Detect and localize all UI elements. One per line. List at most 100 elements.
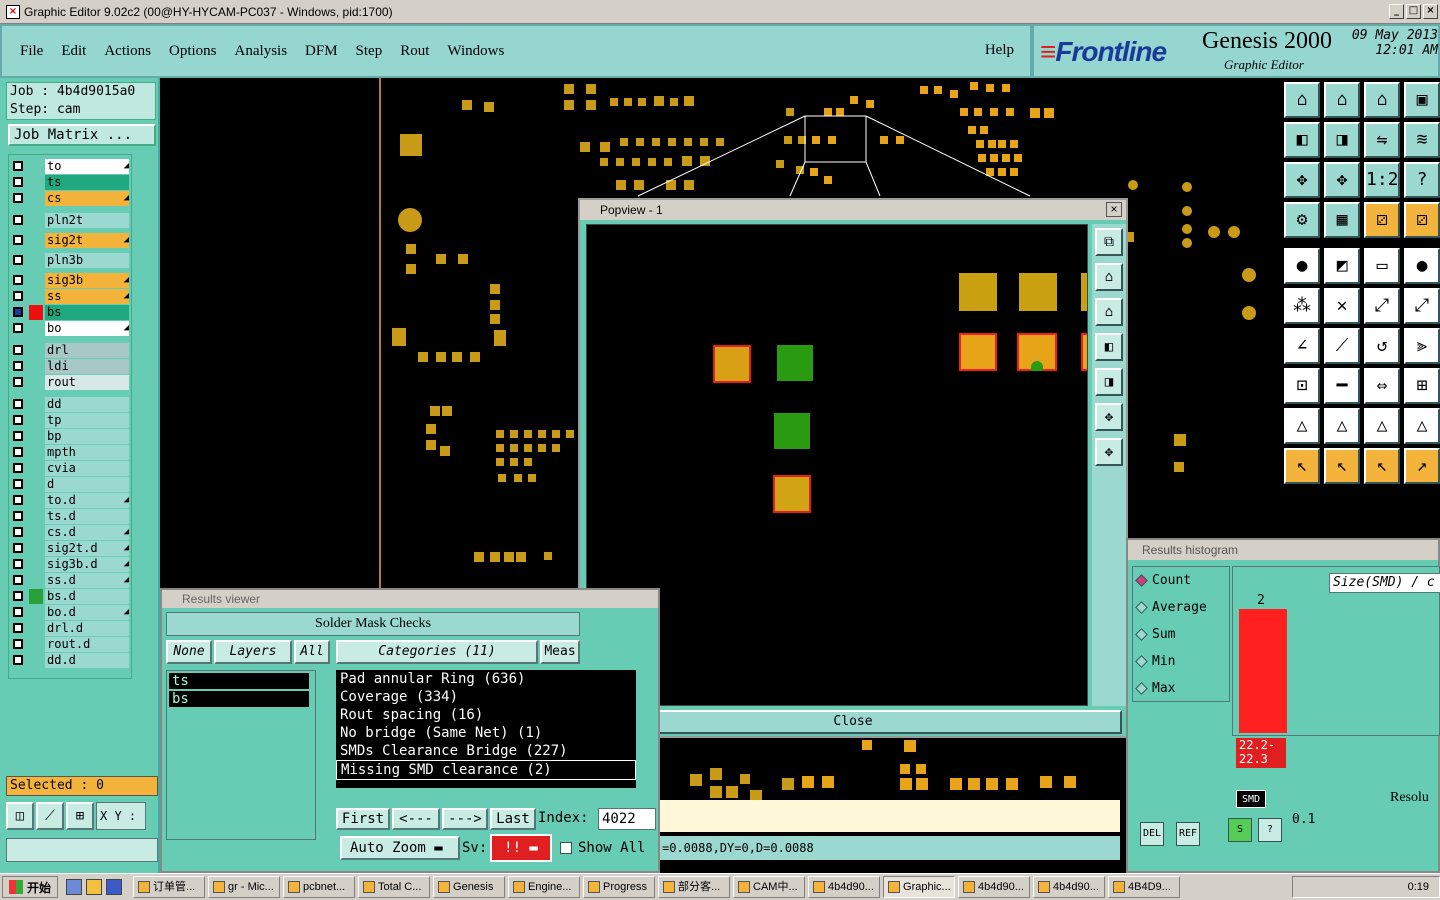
- layer-checkbox[interactable]: [13, 655, 23, 665]
- layer-row[interactable]: sig3b.d ◢: [9, 557, 133, 572]
- layer-color-swatch[interactable]: [29, 637, 43, 652]
- layer-row[interactable]: ts.d: [9, 509, 133, 524]
- triangle-icon[interactable]: △: [1364, 408, 1400, 444]
- arc-icon[interactable]: ⤢: [1364, 288, 1400, 324]
- layer-row[interactable]: ldi: [9, 359, 133, 374]
- center-icon[interactable]: ✥: [1095, 438, 1123, 466]
- menu-options[interactable]: Options: [169, 43, 217, 60]
- query-icon[interactable]: ?: [1404, 162, 1440, 198]
- pan-right-icon[interactable]: ◨: [1095, 368, 1123, 396]
- media-icon[interactable]: [106, 879, 123, 895]
- popview-close-button[interactable]: Close: [584, 710, 1122, 734]
- menu-edit[interactable]: Edit: [61, 43, 86, 60]
- minimize-button[interactable]: _: [1389, 4, 1404, 19]
- layer-color-swatch[interactable]: [29, 493, 43, 508]
- layer-checkbox[interactable]: [13, 307, 23, 317]
- window-icon[interactable]: ▣: [1404, 82, 1440, 118]
- hatch-icon[interactable]: ≋: [1404, 122, 1440, 158]
- histogram-option[interactable]: Average: [1135, 600, 1207, 615]
- layer-name[interactable]: bo: [45, 321, 129, 336]
- layer-row[interactable]: drl: [9, 343, 133, 358]
- layer-checkbox[interactable]: [13, 399, 23, 409]
- histogram-option[interactable]: Max: [1135, 681, 1175, 696]
- category-item[interactable]: Pad annular Ring (636): [336, 670, 636, 688]
- menu-dfm[interactable]: DFM: [305, 43, 338, 60]
- layer-name[interactable]: ts: [45, 175, 129, 190]
- category-item[interactable]: Coverage (334): [336, 688, 636, 706]
- layer-row[interactable]: rout.d: [9, 637, 133, 652]
- layer-checkbox[interactable]: [13, 447, 23, 457]
- layer-color-swatch[interactable]: [29, 477, 43, 492]
- layer-row[interactable]: sig2t ◢: [9, 233, 133, 248]
- histogram-option[interactable]: Sum: [1135, 627, 1175, 642]
- prev-button[interactable]: <---: [392, 808, 440, 830]
- show-all-checkbox[interactable]: Show All: [560, 840, 645, 856]
- pointer-icon[interactable]: ↖: [1324, 448, 1360, 484]
- category-item[interactable]: Rout spacing (16): [336, 706, 636, 724]
- taskbar-item[interactable]: Genesis: [433, 876, 506, 898]
- layer-checkbox[interactable]: [13, 575, 23, 585]
- layer-color-swatch[interactable]: [29, 397, 43, 412]
- layer-color-swatch[interactable]: [29, 305, 43, 320]
- layer-row[interactable]: dd: [9, 397, 133, 412]
- taskbar-item[interactable]: 4b4d90...: [958, 876, 1031, 898]
- layer-row[interactable]: cs ◢: [9, 191, 133, 206]
- layer-name[interactable]: cvia: [45, 461, 129, 476]
- radio-diamond-icon[interactable]: [1135, 574, 1148, 587]
- radio-diamond-icon[interactable]: [1135, 628, 1148, 641]
- layer-color-swatch[interactable]: [29, 461, 43, 476]
- angle-icon[interactable]: ∠: [1284, 328, 1320, 364]
- layer-name[interactable]: ss: [45, 289, 129, 304]
- layer-row[interactable]: mpth: [9, 445, 133, 460]
- layer-name[interactable]: d: [45, 477, 129, 492]
- layer-checkbox[interactable]: [13, 361, 23, 371]
- category-item[interactable]: Missing SMD clearance (2): [336, 760, 636, 780]
- menu-analysis[interactable]: Analysis: [235, 43, 288, 60]
- layer-checkbox[interactable]: [13, 377, 23, 387]
- arc-icon[interactable]: ⤢: [1404, 288, 1440, 324]
- layer-name[interactable]: sig2t.d: [45, 541, 129, 556]
- layer-color-swatch[interactable]: [29, 573, 43, 588]
- del-button[interactable]: DEL: [1140, 822, 1164, 846]
- layer-row[interactable]: cvia: [9, 461, 133, 476]
- center-icon[interactable]: ✥: [1324, 162, 1360, 198]
- fit-icon[interactable]: ✥: [1284, 162, 1320, 198]
- layer-row[interactable]: bo.d ◢: [9, 605, 133, 620]
- layer-name[interactable]: dd: [45, 397, 129, 412]
- layer-color-swatch[interactable]: [29, 413, 43, 428]
- layer-icon[interactable]: ⚂: [1404, 202, 1440, 238]
- histogram-option[interactable]: Min: [1135, 654, 1175, 669]
- result-layer-ts[interactable]: ts: [169, 673, 309, 689]
- sv-select[interactable]: !! ▬: [490, 834, 552, 862]
- browser-icon[interactable]: [86, 879, 103, 895]
- layer-name[interactable]: bs.d: [45, 589, 129, 604]
- categories-button[interactable]: Categories (11): [336, 640, 538, 664]
- align-icon[interactable]: ⫸: [1404, 328, 1440, 364]
- command-field[interactable]: [6, 838, 158, 862]
- s-icon[interactable]: S: [1228, 818, 1252, 842]
- layer-checkbox[interactable]: [13, 235, 23, 245]
- triangle-icon[interactable]: △: [1284, 408, 1320, 444]
- grid-icon[interactable]: ⊞: [66, 802, 94, 830]
- pointer-icon[interactable]: ↖: [1364, 448, 1400, 484]
- home-icon[interactable]: ⌂: [1324, 82, 1360, 118]
- popview-canvas[interactable]: [586, 224, 1088, 706]
- layer-name[interactable]: pln2t: [45, 213, 129, 228]
- grid-icon[interactable]: ▦: [1324, 202, 1360, 238]
- category-item[interactable]: SMDs Clearance Bridge (227): [336, 742, 636, 760]
- layer-checkbox[interactable]: [13, 559, 23, 569]
- layer-checkbox[interactable]: [13, 543, 23, 553]
- radio-diamond-icon[interactable]: [1135, 601, 1148, 614]
- menu-step[interactable]: Step: [356, 43, 383, 60]
- layer-checkbox[interactable]: [13, 255, 23, 265]
- layer-color-swatch[interactable]: [29, 253, 43, 268]
- pan-left-icon[interactable]: ◧: [1095, 333, 1123, 361]
- layer-name[interactable]: tp: [45, 413, 129, 428]
- rotate-icon[interactable]: ↺: [1364, 328, 1400, 364]
- layer-name[interactable]: drl: [45, 343, 129, 358]
- layer-row[interactable]: drl.d: [9, 621, 133, 636]
- layer-name[interactable]: ts.d: [45, 509, 129, 524]
- smd-badge[interactable]: SMD: [1236, 790, 1266, 808]
- layer-checkbox[interactable]: [13, 323, 23, 333]
- layer-color-swatch[interactable]: [29, 273, 43, 288]
